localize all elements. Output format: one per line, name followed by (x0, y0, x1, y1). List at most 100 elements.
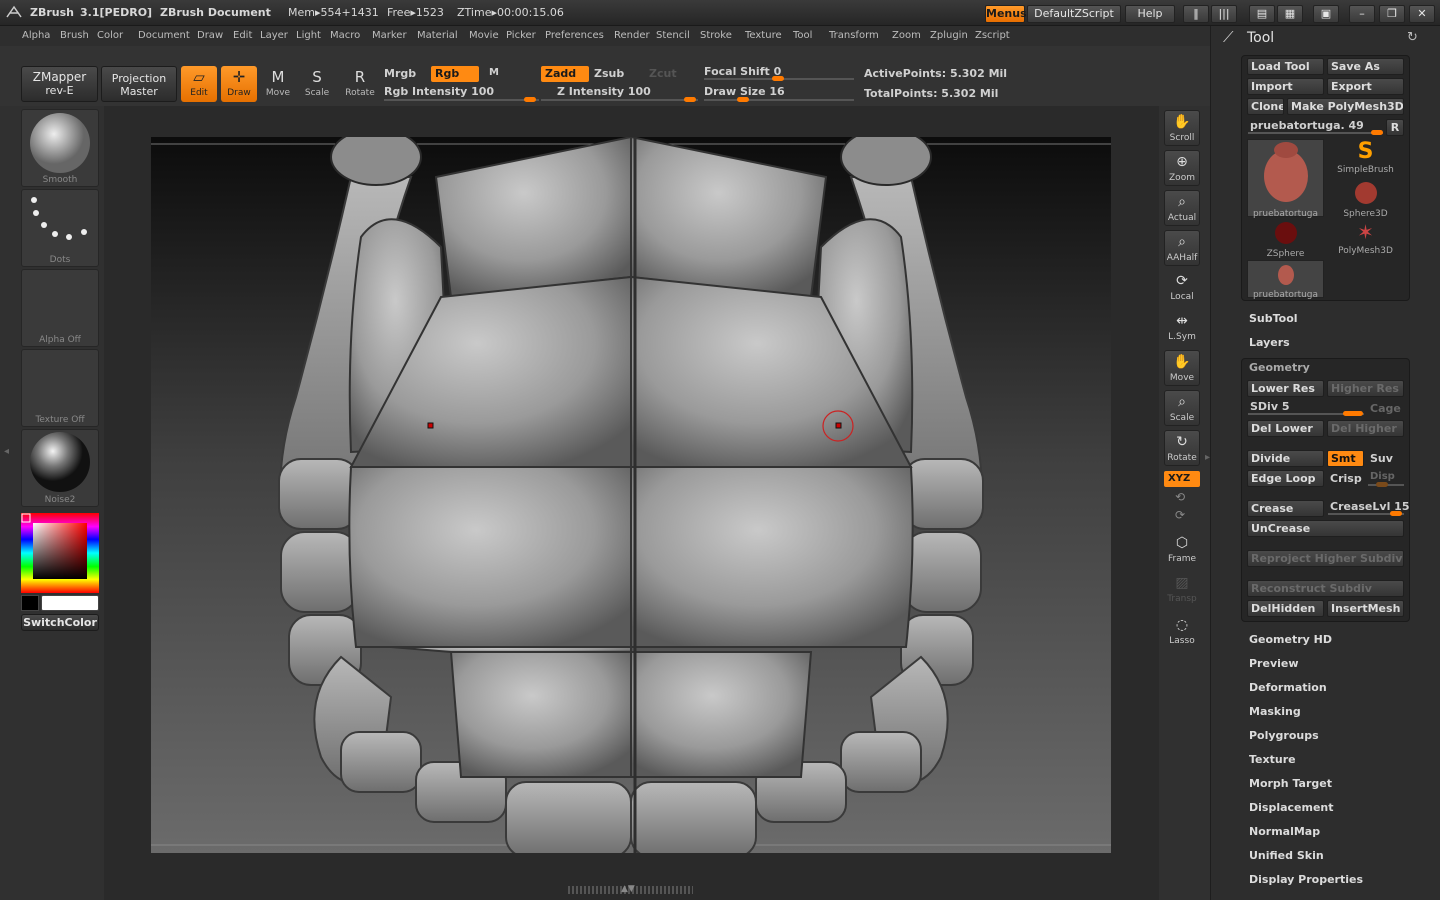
menu-movie[interactable]: Movie (469, 30, 499, 41)
rotate-mode-button[interactable]: R Rotate (342, 66, 378, 102)
menu-draw[interactable]: Draw (197, 30, 223, 41)
layers-section[interactable]: Layers (1249, 336, 1290, 349)
del-lower-button[interactable]: Del Lower (1247, 420, 1324, 437)
preview-section[interactable]: Preview (1249, 657, 1299, 670)
restore-icon[interactable]: ❐ (1379, 5, 1405, 23)
crease-button[interactable]: Crease (1247, 500, 1324, 517)
divide-button[interactable]: Divide (1247, 450, 1324, 467)
default-zscript-button[interactable]: DefaultZScript (1027, 5, 1121, 23)
menu-texture[interactable]: Texture (745, 30, 782, 41)
load-tool-button[interactable]: Load Tool (1247, 58, 1324, 75)
mrgb-toggle[interactable]: Mrgb (384, 67, 416, 80)
tool-palette-title[interactable]: Tool (1247, 30, 1274, 46)
local-button[interactable]: ⟳ Local (1164, 270, 1200, 306)
texture-thumbnail[interactable]: Texture Off (21, 349, 99, 427)
cage-button[interactable]: Cage (1370, 402, 1401, 415)
brush-thumbnail[interactable]: Smooth (21, 109, 99, 187)
make-polymesh3d-button[interactable]: Make PolyMesh3D (1287, 98, 1404, 115)
scale-view-button[interactable]: ⌕ Scale (1164, 390, 1200, 426)
subtool-section[interactable]: SubTool (1249, 312, 1298, 325)
rgb-toggle[interactable]: Rgb (431, 66, 479, 82)
sdiv-slider[interactable] (1248, 411, 1364, 416)
menu-tool[interactable]: Tool (793, 30, 812, 41)
lasso-button[interactable]: ◌ Lasso (1164, 614, 1200, 650)
del-higher-button[interactable]: Del Higher (1327, 420, 1404, 437)
clone-button[interactable]: Clone (1247, 98, 1284, 115)
projection-master-button[interactable]: Projection Master (101, 66, 177, 102)
menu-document[interactable]: Document (138, 30, 190, 41)
deformation-section[interactable]: Deformation (1249, 681, 1327, 694)
menu-zoom[interactable]: Zoom (892, 30, 921, 41)
rotate-view-button[interactable]: ↻ Rotate (1164, 430, 1200, 466)
current-tool-knob[interactable] (1371, 130, 1383, 135)
zadd-toggle[interactable]: Zadd (541, 66, 589, 82)
zsub-toggle[interactable]: Zsub (594, 67, 624, 80)
focal-shift-slider[interactable] (704, 76, 854, 81)
actual-button[interactable]: ⌕ Actual (1164, 190, 1200, 226)
menu-material[interactable]: Material (417, 30, 458, 41)
minimize-icon[interactable]: – (1349, 5, 1375, 23)
reproject-higher-subdiv-button[interactable]: Reproject Higher Subdiv (1247, 550, 1404, 567)
crisp-toggle[interactable]: Crisp (1330, 472, 1362, 485)
layout-swap-icon[interactable]: ▦ (1277, 5, 1303, 23)
zcut-toggle[interactable]: Zcut (649, 67, 677, 80)
menu-zplugin[interactable]: Zplugin (930, 30, 968, 41)
displacement-section[interactable]: Displacement (1249, 801, 1334, 814)
refresh-icon[interactable]: ↻ (1407, 30, 1418, 45)
transp-button[interactable]: ▨ Transp (1164, 572, 1200, 608)
delhidden-button[interactable]: DelHidden (1247, 600, 1324, 617)
higher-res-button[interactable]: Higher Res (1327, 380, 1404, 397)
masking-section[interactable]: Masking (1249, 705, 1301, 718)
edit-mode-button[interactable]: ▱ Edit (181, 66, 217, 102)
smt-toggle[interactable]: Smt (1327, 450, 1364, 467)
tool-thumb-simplebrush[interactable]: S SimpleBrush (1327, 139, 1404, 177)
menu-marker[interactable]: Marker (372, 30, 407, 41)
draw-mode-button[interactable]: ✛ Draw (221, 66, 257, 102)
menu-layer[interactable]: Layer (260, 30, 288, 41)
draw-size-slider[interactable] (704, 97, 854, 102)
z-intensity-slider[interactable] (541, 97, 698, 102)
display-properties-section[interactable]: Display Properties (1249, 873, 1363, 886)
tool-thumb-polymesh3d[interactable]: ✶ PolyMesh3D (1327, 220, 1404, 258)
menu-light[interactable]: Light (296, 30, 321, 41)
rotate-z-icon[interactable]: ⟳ (1175, 508, 1185, 522)
bottom-tray-arrow-icon[interactable]: ▲▼ (621, 884, 635, 894)
current-tool-slider[interactable] (1248, 130, 1383, 135)
move-mode-button[interactable]: M Move (260, 66, 296, 102)
menu-macro[interactable]: Macro (330, 30, 360, 41)
r-button[interactable]: R (1386, 119, 1404, 136)
unified-skin-section[interactable]: Unified Skin (1249, 849, 1324, 862)
zoom-button[interactable]: ⊕ Zoom (1164, 150, 1200, 186)
crease-level-slider[interactable] (1328, 511, 1404, 516)
scroll-button[interactable]: ✋ Scroll (1164, 110, 1200, 146)
morph-target-section[interactable]: Morph Target (1249, 777, 1332, 790)
disp-knob[interactable] (1376, 482, 1388, 487)
lower-res-button[interactable]: Lower Res (1247, 380, 1324, 397)
uncrease-button[interactable]: UnCrease (1247, 520, 1404, 537)
menu-alpha[interactable]: Alpha (22, 30, 50, 41)
tool-thumb-sphere3d[interactable]: Sphere3D (1327, 180, 1404, 219)
stroke-thumbnail[interactable]: Dots (21, 189, 99, 267)
material-thumbnail[interactable]: Noise2 (21, 429, 99, 507)
scale-mode-button[interactable]: S Scale (299, 66, 335, 102)
menu-edit[interactable]: Edit (233, 30, 252, 41)
lsym-button[interactable]: ⇹ L.Sym (1164, 310, 1200, 346)
insertmesh-button[interactable]: InsertMesh (1327, 600, 1404, 617)
help-button[interactable]: Help (1125, 5, 1175, 23)
menu-color[interactable]: Color (97, 30, 123, 41)
layout-wide-icon[interactable]: ||| (1211, 5, 1237, 23)
secondary-color-swatch[interactable] (21, 595, 39, 611)
menu-preferences[interactable]: Preferences (545, 30, 604, 41)
normalmap-section[interactable]: NormalMap (1249, 825, 1320, 838)
lock-icon[interactable]: ▣ (1313, 5, 1339, 23)
menu-picker[interactable]: Picker (506, 30, 536, 41)
xyz-toggle[interactable]: XYZ (1164, 471, 1200, 487)
tool-thumb-pruebatortuga-main[interactable]: pruebatortuga (1247, 139, 1324, 219)
import-button[interactable]: Import (1247, 78, 1324, 95)
draw-size-knob[interactable] (737, 97, 749, 102)
menu-stencil[interactable]: Stencil (656, 30, 690, 41)
tool-thumb-pruebatortuga-small[interactable]: pruebatortuga (1247, 260, 1324, 300)
menu-brush[interactable]: Brush (60, 30, 89, 41)
left-tray-arrow-icon[interactable]: ◂ (4, 446, 12, 460)
primary-color-swatch[interactable] (41, 595, 99, 611)
